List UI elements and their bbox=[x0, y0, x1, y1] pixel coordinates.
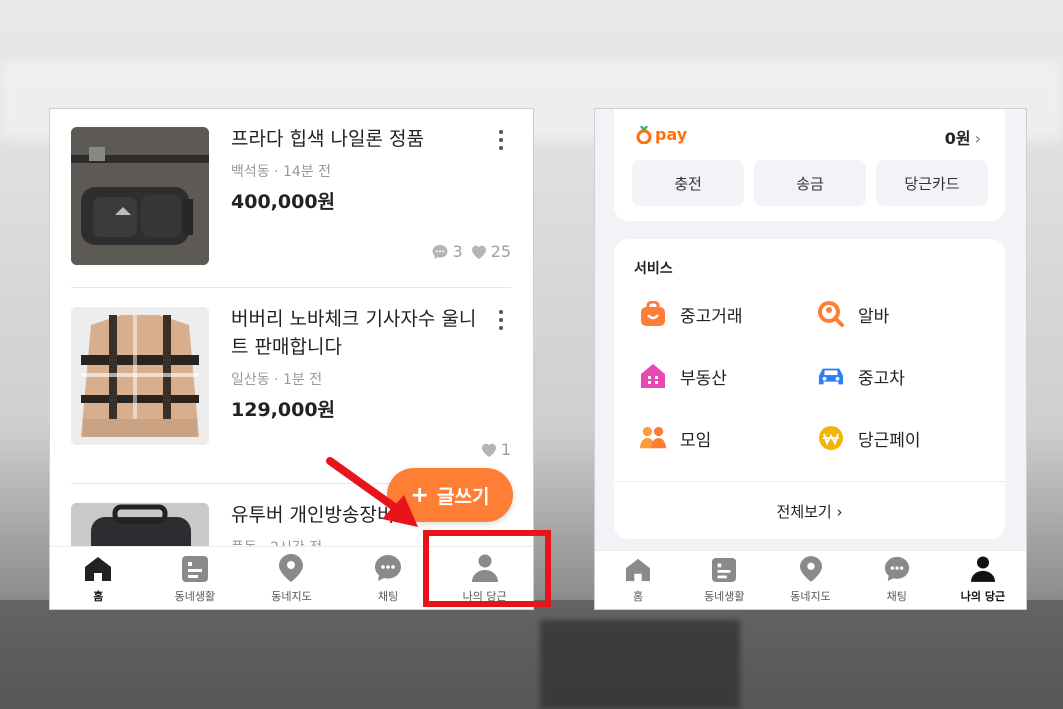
karrot-card-button[interactable]: 당근카드 bbox=[876, 160, 988, 206]
comment-icon bbox=[432, 244, 448, 259]
tab-label: 동네생활 bbox=[174, 590, 216, 603]
chevron-right-icon: › bbox=[974, 129, 981, 148]
service-real-estate[interactable]: 부동산 bbox=[640, 363, 727, 389]
group-icon bbox=[640, 426, 666, 449]
house-icon bbox=[641, 364, 665, 388]
listing-stats: 1 bbox=[480, 440, 511, 459]
services-title: 서비스 bbox=[634, 261, 673, 277]
listing-title: 버버리 노바체크 기사자수 울니트 판매합니다 bbox=[231, 308, 477, 358]
like-count: 25 bbox=[490, 242, 511, 261]
tab-label: 동네생활 bbox=[704, 590, 745, 603]
pay-balance-value: 0원 bbox=[944, 129, 971, 148]
service-karrot-pay[interactable]: 당근페이 bbox=[818, 425, 921, 451]
carrot-pay-icon bbox=[636, 125, 652, 144]
annotation-arrow-icon bbox=[326, 457, 418, 527]
service-label: 알바 bbox=[858, 306, 890, 327]
listing-photo bbox=[71, 127, 209, 265]
tab-label: 채팅 bbox=[886, 590, 907, 603]
board-icon bbox=[181, 556, 208, 582]
chat-icon bbox=[884, 556, 909, 582]
view-all-link[interactable]: 전체보기 › bbox=[614, 501, 1005, 522]
map-pin-icon bbox=[799, 556, 822, 582]
heart-icon bbox=[471, 245, 486, 259]
tab-chat[interactable]: 채팅 bbox=[340, 547, 437, 609]
annotation-highlight-box bbox=[423, 530, 551, 607]
listing-item[interactable]: 버버리 노바체크 기사자수 울니트 판매합니다 일산동 · 1분 전 129,0… bbox=[50, 289, 533, 485]
car-icon bbox=[818, 368, 844, 385]
service-meetup[interactable]: 모임 bbox=[640, 425, 711, 451]
service-used-trade[interactable]: 중고거래 bbox=[640, 301, 743, 327]
tab-label: 채팅 bbox=[377, 590, 399, 603]
listing-price: 129,000원 bbox=[231, 399, 336, 421]
my-karrot-screen: pay 0원 › 충전 송금 당근카드 서비스 중고거래 알바 부동산 중고차 모… bbox=[594, 108, 1027, 610]
write-post-label: 글쓰기 bbox=[436, 485, 490, 508]
comment-count: 3 bbox=[452, 242, 463, 261]
tab-neighborhood-life[interactable]: 동네생활 bbox=[147, 547, 244, 609]
divider bbox=[614, 481, 1005, 482]
bottom-tab-bar: 홈 동네생활 동네지도 채팅 나의 당근 bbox=[595, 550, 1026, 609]
home-icon bbox=[85, 557, 112, 581]
tab-chat[interactable]: 채팅 bbox=[854, 551, 940, 609]
tab-label: 홈 bbox=[93, 590, 104, 603]
karrot-pay-logo: pay bbox=[636, 125, 687, 144]
tab-label: 홈 bbox=[633, 590, 644, 603]
listing-item[interactable]: 프라다 힙색 나일론 정품 백석동 · 14분 전 400,000원 3 25 bbox=[50, 109, 533, 287]
divider bbox=[71, 287, 511, 288]
listing-photo bbox=[71, 307, 209, 445]
services-card: 서비스 중고거래 알바 부동산 중고차 모임 당근페이 전체보기 › bbox=[614, 239, 1005, 539]
person-icon bbox=[970, 556, 995, 582]
pay-balance[interactable]: 0원 › bbox=[945, 125, 981, 149]
heart-icon bbox=[481, 443, 496, 457]
tab-label: 동네지도 bbox=[790, 590, 831, 603]
won-coin-icon bbox=[819, 426, 843, 450]
transfer-button[interactable]: 송금 bbox=[754, 160, 866, 206]
service-used-car[interactable]: 중고차 bbox=[818, 363, 905, 389]
chat-icon bbox=[375, 555, 402, 581]
pay-card: pay 0원 › 충전 송금 당근카드 bbox=[614, 109, 1005, 221]
listing-price: 400,000원 bbox=[231, 191, 336, 213]
tab-label: 나의 당근 bbox=[960, 590, 1006, 603]
listing-stats: 3 25 bbox=[431, 242, 511, 261]
tab-home[interactable]: 홈 bbox=[50, 547, 147, 609]
tab-neighborhood-map[interactable]: 동네지도 bbox=[767, 551, 853, 609]
service-label: 당근페이 bbox=[858, 430, 921, 451]
service-part-time[interactable]: 알바 bbox=[818, 301, 889, 327]
listing-location-time: 일산동 · 1분 전 bbox=[231, 372, 323, 388]
service-label: 부동산 bbox=[680, 368, 727, 389]
map-pin-icon bbox=[279, 554, 304, 582]
listing-location-time: 백석동 · 14분 전 bbox=[231, 164, 332, 180]
tab-neighborhood-life[interactable]: 동네생활 bbox=[681, 551, 767, 609]
search-person-icon bbox=[818, 301, 844, 327]
board-icon bbox=[712, 558, 737, 582]
listing-title: 프라다 힙색 나일론 정품 bbox=[231, 128, 424, 150]
tab-label: 동네지도 bbox=[271, 590, 312, 603]
service-label: 모임 bbox=[680, 430, 712, 451]
tab-my-karrot[interactable]: 나의 당근 bbox=[940, 551, 1026, 609]
charge-button[interactable]: 충전 bbox=[632, 160, 744, 206]
home-icon bbox=[626, 558, 651, 582]
shopping-bag-icon bbox=[641, 301, 665, 326]
tab-neighborhood-map[interactable]: 동네지도 bbox=[243, 547, 340, 609]
like-count: 1 bbox=[500, 440, 511, 459]
more-options-icon[interactable] bbox=[498, 310, 504, 334]
service-label: 중고차 bbox=[858, 368, 905, 389]
pay-logo-text: pay bbox=[655, 125, 688, 144]
more-options-icon[interactable] bbox=[498, 130, 504, 154]
service-label: 중고거래 bbox=[680, 306, 743, 327]
tab-home[interactable]: 홈 bbox=[595, 551, 681, 609]
